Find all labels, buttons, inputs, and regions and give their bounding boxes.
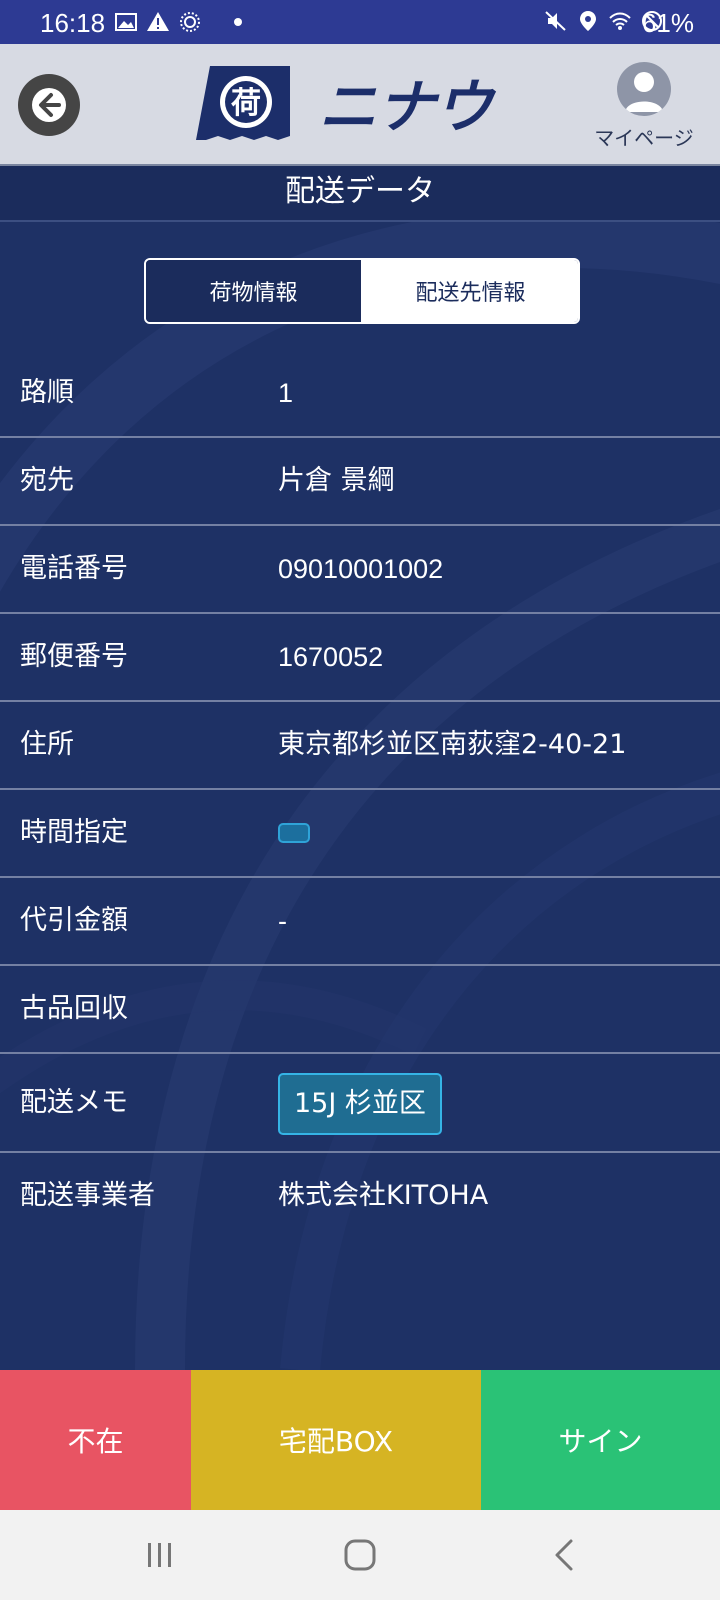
system-nav-bar — [0, 1510, 720, 1600]
battery-level: 61% — [641, 8, 694, 38]
status-left-icons — [114, 10, 250, 34]
warning-icon — [147, 12, 169, 31]
row-phone: 電話番号 09010001002 — [0, 526, 720, 614]
recent-apps-icon — [148, 1543, 171, 1567]
row-value[interactable]: 東京都杉並区南荻窪2-40-21 — [278, 702, 626, 788]
row-label: 配送メモ — [20, 1087, 128, 1118]
tab-group: 荷物情報 配送先情報 — [144, 258, 580, 324]
delivery-box-button[interactable]: 宅配BOX — [191, 1370, 481, 1510]
dot-icon — [234, 18, 242, 26]
location-icon — [580, 11, 596, 31]
back-nav-button[interactable] — [534, 1532, 594, 1578]
app-logo: 荷 ニナウ — [196, 64, 526, 144]
tab-package-info[interactable]: 荷物情報 — [146, 260, 363, 322]
wifi-icon — [609, 12, 631, 30]
back-button[interactable] — [18, 74, 80, 136]
home-button[interactable] — [330, 1532, 390, 1578]
action-bar: 不在 宅配BOX サイン — [0, 1370, 720, 1510]
row-route-order: 路順 1 — [0, 350, 720, 438]
row-label: 郵便番号 — [20, 641, 128, 672]
avatar-icon — [617, 62, 671, 116]
chevron-left-icon — [555, 1539, 573, 1571]
row-used-goods-pickup: 古品回収 — [0, 966, 720, 1054]
logo-mark-text: 荷 — [231, 86, 261, 121]
mypage-label: マイページ — [594, 126, 694, 150]
sign-button[interactable]: サイン — [481, 1370, 720, 1510]
row-postal-code: 郵便番号 1670052 — [0, 614, 720, 702]
image-icon — [115, 13, 137, 31]
detail-list: 路順 1 宛先 片倉 景綱 電話番号 09010001002 郵便番号 1670… — [0, 350, 720, 1239]
row-label: 配送事業者 — [20, 1180, 155, 1211]
mypage-button[interactable]: マイページ — [588, 62, 700, 152]
row-value: - — [278, 906, 287, 936]
row-label: 路順 — [20, 377, 74, 408]
row-value: 株式会社KITOHA — [278, 1180, 489, 1211]
row-delivery-memo: 配送メモ 15J 杉並区 — [0, 1054, 720, 1153]
row-label: 住所 — [20, 729, 74, 760]
row-carrier: 配送事業者 株式会社KITOHA — [0, 1153, 720, 1239]
logo-text: ニナウ — [319, 73, 497, 141]
row-time-slot: 時間指定 — [0, 790, 720, 878]
row-value: 1 — [278, 378, 294, 408]
row-cod-amount: 代引金額 - — [0, 878, 720, 966]
row-label: 古品回収 — [20, 993, 128, 1024]
status-time: 16:18 — [40, 8, 106, 38]
main-content: 荷物情報 配送先情報 路順 1 宛先 片倉 景綱 電話番号 0901000100… — [0, 222, 720, 1370]
row-recipient: 宛先 片倉 景綱 — [0, 438, 720, 526]
sync-icon — [180, 12, 200, 32]
mute-icon — [545, 11, 566, 31]
row-label: 電話番号 — [20, 553, 128, 584]
page-title: 配送データ — [0, 166, 720, 222]
row-label: 宛先 — [20, 465, 74, 496]
recent-apps-button[interactable] — [130, 1532, 190, 1578]
row-value[interactable]: 09010001002 — [278, 526, 443, 612]
home-icon — [344, 1539, 376, 1571]
row-address: 住所 東京都杉並区南荻窪2-40-21 — [0, 702, 720, 790]
row-label: 代引金額 — [20, 905, 128, 936]
tab-destination-info[interactable]: 配送先情報 — [363, 260, 578, 322]
status-bar: 16:18 61% — [0, 0, 720, 44]
time-slot-chip — [278, 823, 310, 843]
absent-button[interactable]: 不在 — [0, 1370, 191, 1510]
row-value: 片倉 景綱 — [278, 465, 395, 496]
row-label: 時間指定 — [20, 817, 128, 848]
arrow-left-icon — [32, 88, 66, 122]
delivery-memo-chip: 15J 杉並区 — [278, 1073, 442, 1135]
row-value: 1670052 — [278, 642, 384, 672]
app-header: 荷 ニナウ マイページ — [0, 44, 720, 166]
logo-mark: 荷 ニナウ — [196, 66, 497, 141]
